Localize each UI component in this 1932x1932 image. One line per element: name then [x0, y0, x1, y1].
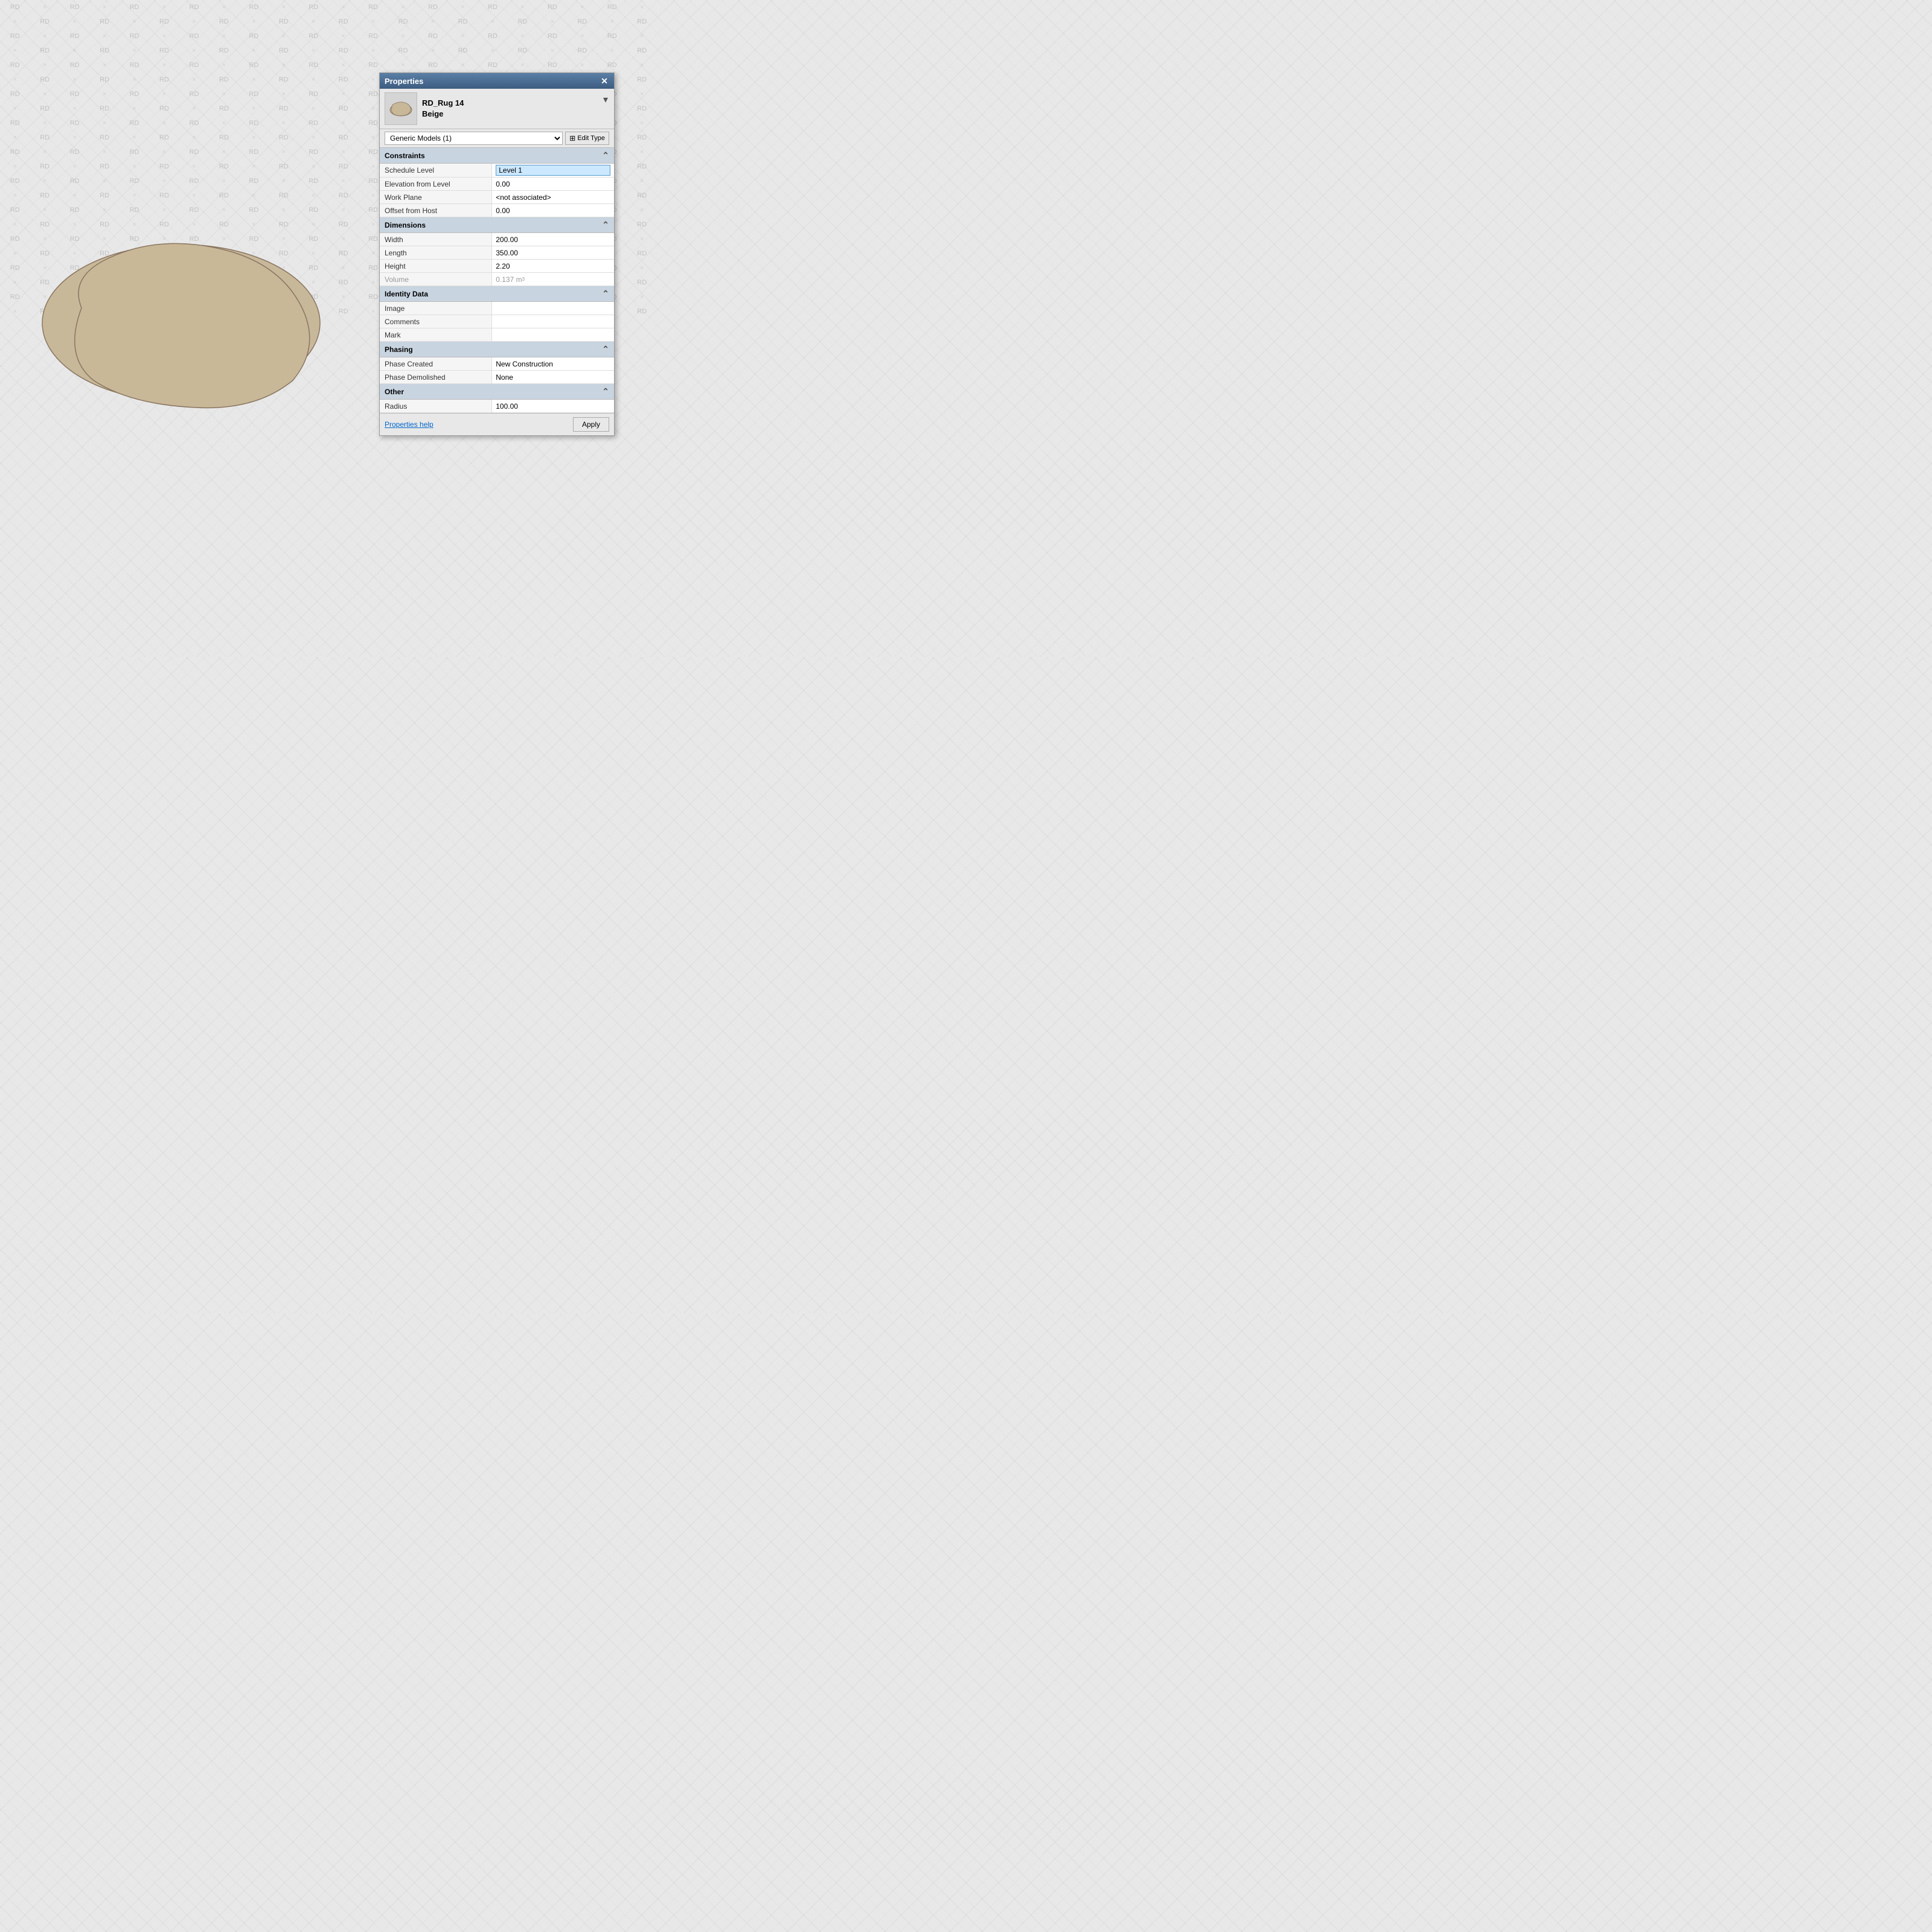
property-value [492, 315, 614, 328]
property-value[interactable]: 100.00 [492, 400, 614, 412]
property-label: Width [380, 233, 492, 246]
table-row: Work Plane<not associated> [380, 191, 614, 204]
table-row: Length350.00 [380, 246, 614, 260]
edit-type-button[interactable]: ⊞ Edit Type [565, 132, 609, 145]
panel-object-header: RD_Rug 14 Beige ▾ [380, 89, 614, 129]
property-label: Work Plane [380, 191, 492, 203]
table-row: Mark [380, 328, 614, 342]
section-label: Constraints [385, 152, 425, 160]
section-header-dimensions[interactable]: Dimensions ⌃ [380, 217, 614, 233]
property-value[interactable]: 0.00 [492, 178, 614, 190]
type-dropdown[interactable]: Generic Models (1) [385, 132, 563, 145]
section-header-phasing[interactable]: Phasing ⌃ [380, 342, 614, 357]
property-value [492, 328, 614, 341]
property-label: Phase Demolished [380, 371, 492, 383]
panel-footer: Properties help Apply [380, 413, 614, 435]
header-dropdown-arrow[interactable]: ▾ [602, 92, 609, 107]
property-label: Radius [380, 400, 492, 412]
property-label: Height [380, 260, 492, 272]
table-row: Height2.20 [380, 260, 614, 273]
property-label: Phase Created [380, 357, 492, 370]
properties-help-link[interactable]: Properties help [385, 420, 433, 429]
section-header-constraints[interactable]: Constraints ⌃ [380, 148, 614, 164]
object-thumbnail [385, 92, 417, 125]
section-collapse-icon: ⌃ [602, 344, 609, 354]
property-value-input[interactable] [496, 165, 610, 176]
property-value[interactable]: None [492, 371, 614, 383]
property-value[interactable]: 2.20 [492, 260, 614, 272]
table-row: Elevation from Level0.00 [380, 178, 614, 191]
property-label: Schedule Level [380, 164, 492, 177]
property-label: Volume [380, 273, 492, 286]
section-label: Phasing [385, 345, 413, 354]
table-row: Image [380, 302, 614, 315]
table-row: Volume0.137 m3 [380, 273, 614, 286]
property-label: Mark [380, 328, 492, 341]
section-label: Other [385, 388, 404, 396]
property-label: Elevation from Level [380, 178, 492, 190]
section-collapse-icon: ⌃ [602, 289, 609, 299]
property-value[interactable]: 200.00 [492, 233, 614, 246]
apply-button[interactable]: Apply [573, 417, 609, 432]
section-label: Identity Data [385, 290, 428, 298]
panel-title: Properties [385, 77, 423, 86]
property-value[interactable]: 350.00 [492, 246, 614, 259]
panel-titlebar: Properties ✕ [380, 73, 614, 89]
property-value [492, 302, 614, 315]
table-row: Width200.00 [380, 233, 614, 246]
property-value[interactable] [492, 164, 614, 177]
table-row: Phase DemolishedNone [380, 371, 614, 384]
section-header-other[interactable]: Other ⌃ [380, 384, 614, 400]
property-label: Length [380, 246, 492, 259]
property-value[interactable]: 0.00 [492, 204, 614, 217]
panel-close-button[interactable]: ✕ [600, 77, 609, 85]
section-collapse-icon: ⌃ [602, 386, 609, 397]
section-collapse-icon: ⌃ [602, 150, 609, 161]
property-label: Image [380, 302, 492, 315]
section-collapse-icon: ⌃ [602, 220, 609, 230]
table-row: Comments [380, 315, 614, 328]
type-selector-row: Generic Models (1) ⊞ Edit Type [380, 129, 614, 148]
property-value[interactable]: New Construction [492, 357, 614, 370]
properties-table: Constraints ⌃Schedule LevelElevation fro… [380, 148, 614, 413]
properties-panel: Properties ✕ RD_Rug 14 Beige ▾ Generic M… [379, 72, 615, 436]
table-row: Radius100.00 [380, 400, 614, 413]
edit-type-icon: ⊞ [569, 134, 575, 142]
section-header-identity-data[interactable]: Identity Data ⌃ [380, 286, 614, 302]
rug-object [33, 229, 329, 417]
table-row: Phase CreatedNew Construction [380, 357, 614, 371]
section-label: Dimensions [385, 221, 426, 229]
table-row: Schedule Level [380, 164, 614, 178]
property-label: Offset from Host [380, 204, 492, 217]
property-label: Comments [380, 315, 492, 328]
property-value[interactable]: <not associated> [492, 191, 614, 203]
property-value[interactable]: 0.137 m3 [492, 273, 614, 286]
table-row: Offset from Host0.00 [380, 204, 614, 217]
object-model-name: RD_Rug 14 Beige [422, 98, 597, 120]
